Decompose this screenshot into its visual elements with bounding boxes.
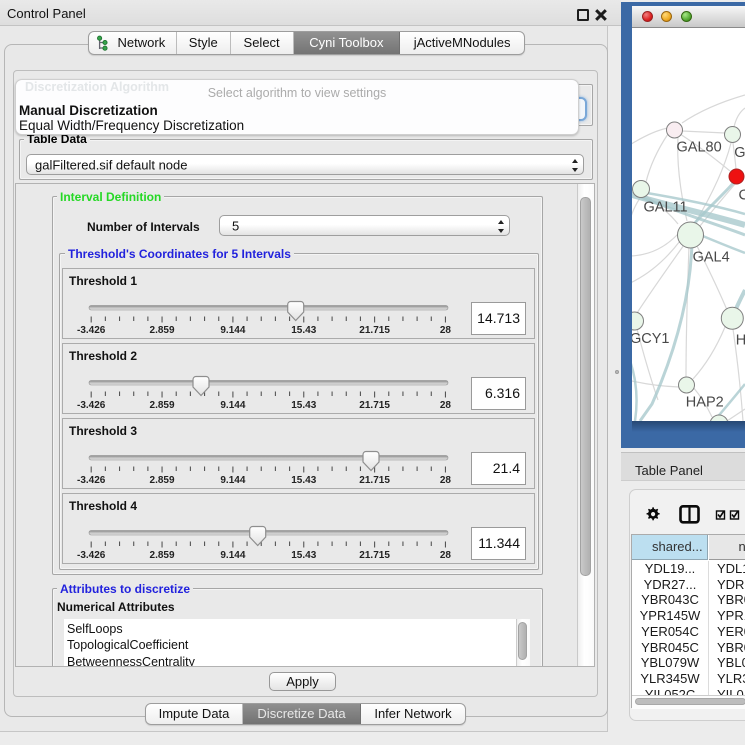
svg-text:GCY1: GCY1 (632, 331, 670, 347)
svg-text:GAL11: GAL11 (644, 200, 688, 216)
svg-text:HAP2: HAP2 (686, 395, 724, 411)
svg-text:GAL80: GAL80 (677, 140, 722, 156)
svg-text:H: H (736, 333, 745, 349)
svg-text:G.: G. (734, 145, 745, 161)
svg-text:C: C (739, 188, 745, 204)
svg-text:GAL4: GAL4 (693, 250, 730, 266)
